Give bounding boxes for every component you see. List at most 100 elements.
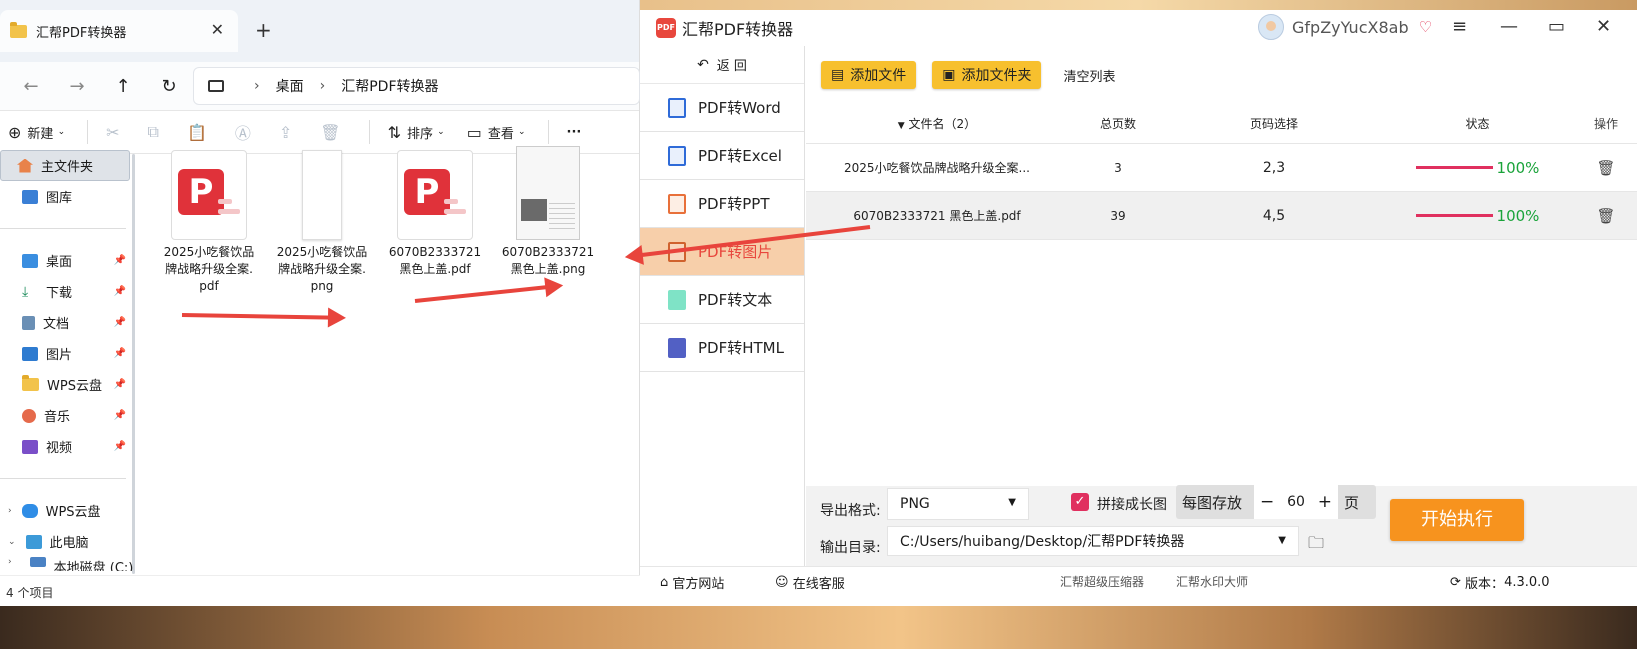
- add-folder-button[interactable]: ▣ 添加文件夹: [932, 61, 1042, 89]
- col-pages: 总页数: [1099, 117, 1136, 131]
- text-icon: [668, 289, 686, 310]
- forward-arrow-icon[interactable]: →: [54, 76, 100, 97]
- watermark-link[interactable]: 汇帮水印大师: [1176, 573, 1248, 590]
- row-filename: 2025小吃餐饮品牌战略升级全案...: [844, 161, 1030, 175]
- file-item[interactable]: P 2025小吃餐饮品 牌战略升级全案. pdf: [154, 150, 264, 295]
- pin-icon[interactable]: 📌: [114, 255, 126, 266]
- start-button[interactable]: 开始执行: [1390, 499, 1524, 541]
- file-name: 2025小吃餐饮品: [163, 245, 255, 259]
- per-image-value[interactable]: 60: [1287, 494, 1305, 510]
- table-row[interactable]: 2025小吃餐饮品牌战略升级全案... 3 2,3 100% 🗑: [806, 144, 1637, 192]
- sidebar-label: WPS云盘: [45, 505, 101, 520]
- pin-icon[interactable]: 📌: [114, 348, 126, 359]
- pin-icon[interactable]: 📌: [114, 410, 126, 421]
- username: GfpZyYucX8ab: [1292, 17, 1409, 37]
- sort-down-icon: ▼: [897, 121, 905, 131]
- online-support-link[interactable]: ☺ 在线客服: [775, 573, 845, 592]
- row-page-range[interactable]: 2,3: [1168, 160, 1380, 176]
- plus-circle-icon: ⊕: [8, 122, 22, 142]
- maximize-icon[interactable]: ▭: [1548, 16, 1565, 37]
- sidebar-item-home[interactable]: 主文件夹: [0, 150, 130, 181]
- nav-pdf-to-ppt[interactable]: PDF转PPT: [640, 180, 804, 228]
- rename-icon[interactable]: Ⓐ: [235, 120, 257, 144]
- chevron-down-icon[interactable]: ⌄: [8, 537, 16, 547]
- close-icon[interactable]: ✕: [1596, 16, 1611, 37]
- divider: [87, 120, 89, 144]
- sidebar-item-local-disk[interactable]: › 本地磁盘 (C:): [0, 557, 136, 571]
- output-dir-select[interactable]: C:/Users/huibang/Desktop/汇帮PDF转换器 ▼: [887, 526, 1299, 556]
- more-options-icon[interactable]: ···: [567, 125, 582, 140]
- refresh-icon[interactable]: ↻: [146, 76, 192, 97]
- file-name: 牌战略升级全案.: [165, 262, 253, 276]
- close-tab-icon[interactable]: ✕: [211, 20, 224, 39]
- pin-icon[interactable]: 📌: [114, 317, 126, 328]
- user-info[interactable]: GfpZyYucX8ab ♡: [1258, 14, 1432, 40]
- share-icon[interactable]: ⇪: [279, 123, 298, 142]
- sidebar-item-gallery[interactable]: 图库: [0, 181, 136, 212]
- breadcrumb-desktop[interactable]: 桌面: [276, 76, 304, 96]
- sidebar-label: 图片: [46, 348, 73, 363]
- explorer-tab-title: 汇帮PDF转换器: [36, 25, 127, 41]
- export-format-select[interactable]: PNG ▼: [887, 488, 1029, 520]
- add-file-button[interactable]: ▤ 添加文件: [821, 61, 917, 89]
- explorer-tab[interactable]: 汇帮PDF转换器 ✕: [0, 10, 238, 52]
- plus-icon[interactable]: +: [1318, 492, 1332, 512]
- trash-icon[interactable]: 🗑: [1575, 159, 1637, 177]
- breadcrumb-folder[interactable]: 汇帮PDF转换器: [341, 76, 438, 96]
- up-arrow-icon[interactable]: ↑: [100, 76, 146, 97]
- view-button[interactable]: ▭ 查看 ⌄: [467, 123, 526, 142]
- back-button[interactable]: ↶ 返 回: [640, 46, 804, 84]
- pin-icon[interactable]: 📌: [114, 379, 126, 390]
- pin-icon[interactable]: 📌: [114, 286, 126, 297]
- nav-pdf-to-word[interactable]: PDF转Word: [640, 84, 804, 132]
- new-tab-button[interactable]: +: [255, 18, 272, 42]
- col-filename[interactable]: ▼ 文件名（2）: [806, 115, 1068, 132]
- folder-open-icon[interactable]: 🗀: [1308, 532, 1324, 559]
- minimize-icon[interactable]: —: [1500, 16, 1518, 37]
- pin-icon[interactable]: 📌: [114, 441, 126, 452]
- nav-pdf-to-html[interactable]: PDF转HTML: [640, 324, 804, 372]
- sidebar-item-downloads[interactable]: ⤓ 下载 📌: [0, 276, 136, 307]
- file-item[interactable]: P 6070B2333721 黑色上盖.pdf: [380, 150, 490, 278]
- row-page-range[interactable]: 4,5: [1168, 208, 1380, 224]
- file-item[interactable]: 2025小吃餐饮品 牌战略升级全案. png: [267, 150, 377, 295]
- sidebar-item-pictures[interactable]: 图片 📌: [0, 338, 136, 369]
- nav-pdf-to-text[interactable]: PDF转文本: [640, 276, 804, 324]
- minus-icon[interactable]: −: [1260, 492, 1274, 512]
- output-dir-label: 输出目录:: [820, 540, 881, 556]
- sidebar-item-wps-drive[interactable]: › WPS云盘: [0, 495, 136, 526]
- sidebar-item-documents[interactable]: 文档 📌: [0, 307, 136, 338]
- new-button[interactable]: ⊕ 新建 ⌄: [8, 123, 65, 142]
- avatar[interactable]: [1258, 14, 1284, 40]
- sidebar-label: 音乐: [44, 410, 71, 425]
- copy-icon[interactable]: ⧉: [148, 122, 165, 142]
- compressor-link[interactable]: 汇帮超级压缩器: [1060, 573, 1144, 590]
- chevron-right-icon[interactable]: ›: [8, 506, 12, 516]
- refresh-icon[interactable]: ⟳: [1450, 575, 1461, 590]
- per-image-input[interactable]: − 60 +: [1254, 485, 1338, 519]
- paste-icon[interactable]: 📋: [187, 123, 213, 142]
- file-item[interactable]: 6070B2333721 黑色上盖.png: [493, 146, 603, 278]
- sidebar-item-this-pc[interactable]: ⌄ 此电脑: [0, 526, 136, 557]
- clear-list-button[interactable]: 清空列表: [1063, 66, 1115, 85]
- sidebar-item-wps-cloud[interactable]: WPS云盘 📌: [0, 369, 136, 400]
- merge-long-image-checkbox[interactable]: ✓: [1071, 493, 1089, 511]
- menu-icon[interactable]: ≡: [1452, 16, 1467, 37]
- sidebar-item-videos[interactable]: 视频 📌: [0, 431, 136, 462]
- table-row[interactable]: 6070B2333721 黑色上盖.pdf 39 4,5 100% 🗑: [806, 192, 1637, 240]
- sidebar-item-desktop[interactable]: 桌面 📌: [0, 245, 136, 276]
- sidebar-label: 视频: [46, 441, 73, 456]
- video-icon: [22, 439, 38, 454]
- chevron-right-icon[interactable]: ›: [8, 557, 12, 567]
- back-arrow-icon[interactable]: ←: [8, 76, 54, 97]
- cut-icon[interactable]: ✂: [106, 123, 125, 142]
- delete-icon[interactable]: 🗑: [320, 123, 346, 142]
- status-bar: 4 个项目: [0, 575, 640, 606]
- nav-pdf-to-excel[interactable]: PDF转Excel: [640, 132, 804, 180]
- sidebar-item-music[interactable]: 音乐 📌: [0, 400, 136, 431]
- trash-icon[interactable]: 🗑: [1575, 207, 1637, 225]
- official-website-link[interactable]: ⌂ 官方网站: [660, 573, 724, 592]
- sidebar-label: 图库: [46, 191, 73, 206]
- sort-button[interactable]: ⇅ 排序 ⌄: [388, 123, 445, 142]
- address-bar[interactable]: › 桌面 › 汇帮PDF转换器: [193, 67, 640, 105]
